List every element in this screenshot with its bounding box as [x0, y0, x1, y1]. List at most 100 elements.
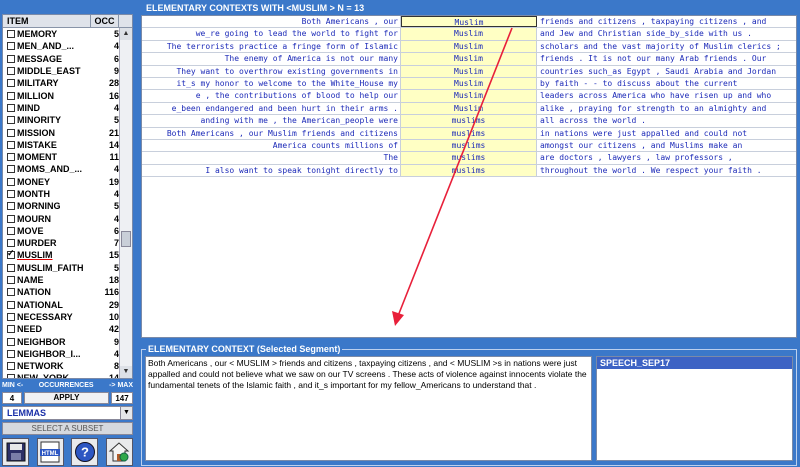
scrollbar-thumb[interactable] [121, 231, 131, 247]
item-checkbox[interactable] [7, 248, 15, 260]
item-name: NEIGHBOR [17, 336, 66, 347]
item-checkbox[interactable] [7, 214, 15, 223]
table-row[interactable]: Both Americans , our Muslim friends and … [142, 127, 796, 140]
item-checkbox[interactable] [7, 226, 15, 235]
item-occ: 9 [113, 66, 119, 77]
save-button[interactable] [2, 438, 29, 466]
select-subset-button[interactable]: SELECT A SUBSET [2, 422, 133, 435]
list-item[interactable]: MOMS_AND_... 4 [3, 163, 121, 175]
list-item[interactable]: MINORITY 5 [3, 114, 121, 126]
table-row[interactable]: e_been endangered and been hurt in their… [142, 102, 796, 116]
item-checkbox[interactable] [7, 300, 15, 309]
item-checkbox[interactable] [7, 140, 15, 149]
list-item[interactable]: NATIONAL 29 [3, 299, 121, 311]
list-item[interactable]: MILITARY 28 [3, 77, 121, 89]
item-checkbox[interactable] [7, 91, 15, 100]
keyword-cell: Muslim [401, 16, 537, 28]
list-item[interactable]: MUSLIM_FAITH 5 [3, 262, 121, 274]
list-item[interactable]: MONEY 19 [3, 176, 121, 188]
table-row[interactable]: America counts millions of muslims amongst… [142, 139, 796, 153]
table-row[interactable]: e , the contributions of blood to help o… [142, 90, 796, 103]
list-item[interactable]: NEIGHBOR 9 [3, 335, 121, 347]
item-checkbox[interactable] [7, 177, 15, 186]
html-export-button[interactable]: HTML [36, 438, 64, 466]
occ-column-header[interactable]: OCC [91, 15, 119, 27]
table-row[interactable]: The muslims are doctors , lawyers , law pr… [142, 152, 796, 165]
table-row[interactable]: They want to overthrow existing governme… [142, 65, 796, 78]
item-checkbox[interactable] [7, 103, 15, 112]
table-row[interactable]: we_re going to lead the world to fight f… [142, 28, 796, 41]
apply-button[interactable]: APPLY [24, 392, 109, 404]
item-checkbox[interactable] [7, 276, 15, 285]
home-button[interactable] [105, 438, 133, 466]
item-checkbox[interactable] [7, 312, 15, 321]
segment-source-label[interactable]: SPEECH_SEP17 [597, 357, 792, 369]
item-checkbox[interactable] [7, 337, 15, 346]
scroll-down-arrow-icon[interactable]: ▼ [120, 366, 132, 378]
item-checkbox[interactable] [7, 30, 15, 39]
list-item[interactable]: MIND 4 [3, 102, 121, 114]
list-item[interactable]: NATION 116 [3, 286, 121, 298]
toolbar: HTML ? [2, 438, 133, 466]
list-item[interactable]: MOURN 4 [3, 212, 121, 224]
item-name: MISSION [17, 127, 56, 138]
min-occurrences-field[interactable]: 4 [2, 392, 22, 404]
item-list-scrollbar[interactable]: ▲ ▼ [119, 28, 132, 378]
list-item[interactable]: MIDDLE_EAST 9 [3, 65, 121, 77]
list-item[interactable]: MOMENT 11 [3, 151, 121, 163]
list-item[interactable]: MEMORY 5 [3, 28, 121, 40]
list-item[interactable]: NECESSARY 10 [3, 311, 121, 323]
item-checkbox[interactable] [7, 325, 15, 334]
lemmas-select[interactable]: LEMMAS ▼ [2, 406, 133, 420]
table-row[interactable]: The enemy of America is not our many Musl… [142, 53, 796, 66]
table-row[interactable]: The terrorists practice a fringe form of… [142, 40, 796, 54]
list-item[interactable]: MILLION 16 [3, 89, 121, 101]
list-item[interactable]: MURDER 7 [3, 237, 121, 249]
item-checkbox[interactable] [7, 116, 15, 125]
min-label: MIN <- [2, 382, 24, 389]
list-item[interactable]: MUSLIM 15 [3, 248, 121, 261]
table-row[interactable]: Both Americans , our Muslim friends and ci… [142, 16, 796, 29]
item-column-header[interactable]: ITEM [3, 15, 91, 27]
table-row[interactable]: it_s my honor to welcome to the White_Ho… [142, 77, 796, 91]
list-item[interactable]: MISTAKE 14 [3, 139, 121, 151]
list-item[interactable]: NAME 18 [3, 274, 121, 286]
list-item[interactable]: MISSION 21 [3, 126, 121, 138]
item-checkbox[interactable] [7, 67, 15, 76]
help-button[interactable]: ? [71, 438, 99, 466]
item-checkbox[interactable] [7, 349, 15, 358]
item-checkbox[interactable] [7, 54, 15, 63]
item-checkbox[interactable] [7, 190, 15, 198]
item-checkbox[interactable] [7, 165, 15, 174]
list-item[interactable]: NEED 42 [3, 323, 121, 335]
list-item[interactable]: MESSAGE 6 [3, 53, 121, 65]
max-label: -> MAX [109, 382, 133, 389]
list-item[interactable]: NETWORK 8 [3, 360, 121, 372]
table-row[interactable]: anding with me , the American_people wer… [142, 115, 796, 128]
list-item[interactable]: MEN_AND_... 4 [3, 40, 121, 52]
item-checkbox[interactable] [7, 128, 15, 137]
item-occ: 4 [113, 164, 119, 175]
scroll-up-arrow-icon[interactable]: ▲ [120, 28, 132, 40]
chevron-down-icon[interactable]: ▼ [120, 407, 132, 419]
table-row[interactable]: I also want to speak tonight directly to… [142, 164, 796, 178]
list-item[interactable]: MOVE 6 [3, 225, 121, 237]
max-occurrences-field[interactable]: 147 [111, 392, 133, 404]
item-checkbox[interactable] [7, 42, 15, 51]
list-item[interactable]: MONTH 4 [3, 188, 121, 200]
item-checkbox[interactable] [7, 374, 15, 378]
item-checkbox[interactable] [7, 153, 15, 162]
item-checkbox[interactable] [7, 239, 15, 248]
list-item[interactable]: MORNING 5 [3, 200, 121, 212]
item-occ: 4 [113, 102, 119, 113]
item-occ: 116 [104, 287, 119, 298]
item-checkbox[interactable] [7, 362, 15, 371]
item-name: NATION [17, 287, 51, 298]
item-checkbox[interactable] [7, 263, 15, 272]
list-item[interactable]: NEIGHBOR_I... 4 [3, 348, 121, 360]
item-checkbox[interactable] [7, 202, 15, 211]
item-checkbox[interactable] [7, 288, 15, 297]
list-item[interactable]: NEW_YORK 14 [3, 372, 121, 378]
item-list-panel: ITEM OCC MEMORY 5 MEN_AND_... 4 MESSAGE 6 MIDD… [2, 14, 133, 379]
item-checkbox[interactable] [7, 79, 15, 88]
